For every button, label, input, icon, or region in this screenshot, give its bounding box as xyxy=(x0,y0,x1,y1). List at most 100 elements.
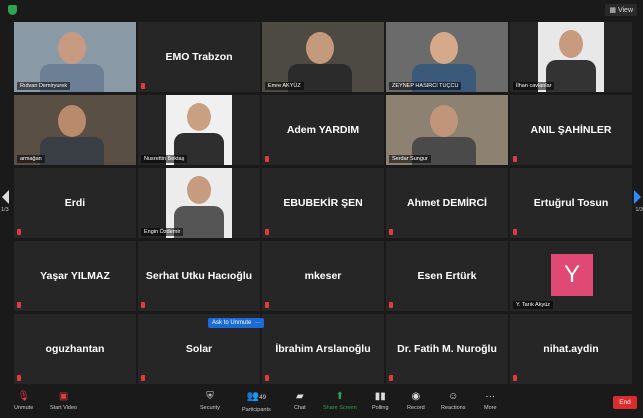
participant-name: EBUBEKİR ŞEN xyxy=(283,197,363,209)
participant-name: mkeser xyxy=(304,270,342,282)
participant-tile[interactable]: Adem YARDIM xyxy=(262,95,384,165)
participant-name-label: İlhan cavlanlar xyxy=(513,82,555,90)
more-button[interactable]: ··· More xyxy=(484,390,497,411)
ask-to-unmute-button[interactable]: Ask to Unmute xyxy=(208,318,256,328)
participant-tile[interactable]: mkeser xyxy=(262,241,384,311)
participant-tile[interactable]: ANIL ŞAHİNLER xyxy=(510,95,632,165)
chevron-left-icon xyxy=(2,190,9,204)
participant-name: oguzhantan xyxy=(45,343,105,355)
participant-tile[interactable]: EBUBEKİR ŞEN xyxy=(262,168,384,238)
participant-tile[interactable]: oguzhantan xyxy=(14,314,136,384)
person-head xyxy=(306,32,334,64)
participant-tile[interactable]: Serhat Utku Hacıoğlu xyxy=(138,241,260,311)
polling-button[interactable]: ▮▮ Polling xyxy=(372,390,389,411)
more-icon: ··· xyxy=(485,391,496,402)
mic-off-icon xyxy=(265,375,269,381)
view-button[interactable]: ▦ View xyxy=(605,4,637,16)
mic-off-icon xyxy=(389,229,393,235)
participant-tile[interactable]: İlhan cavlanlar xyxy=(510,22,632,92)
participant-tile[interactable]: armağan xyxy=(14,95,136,165)
chat-icon: ▰ xyxy=(295,391,304,402)
mic-off-icon xyxy=(265,156,269,162)
record-button[interactable]: ◉ Record xyxy=(407,390,425,411)
participant-name-label: Y. Tarık Akyüz xyxy=(513,301,554,309)
participant-tile[interactable]: İbrahim Arslanoğlu xyxy=(262,314,384,384)
reactions-icon: ☺ xyxy=(448,391,459,402)
participant-tile[interactable]: Dr. Fatih M. Nuroğlu xyxy=(386,314,508,384)
mic-off-icon xyxy=(265,229,269,235)
participant-tile[interactable]: Engin Özdemir xyxy=(138,168,260,238)
participant-tile[interactable]: Ertuğrul Tosun xyxy=(510,168,632,238)
participant-avatar: Y xyxy=(551,254,593,296)
participant-tile[interactable]: EMO Trabzon xyxy=(138,22,260,92)
mic-off-icon: 🎙 xyxy=(17,391,30,402)
participant-name: Solar xyxy=(185,343,213,355)
meeting-toolbar: 🎙 Unmute ▣ Start Video ⛨ Security 👥49 Pa… xyxy=(0,388,643,418)
polling-icon: ▮▮ xyxy=(374,391,386,402)
top-bar: ▦ View xyxy=(0,0,643,20)
reactions-button[interactable]: ☺ Reactions xyxy=(441,390,465,411)
participant-tile[interactable]: Nusrettin Bektaş xyxy=(138,95,260,165)
mic-off-icon xyxy=(265,302,269,308)
participant-tile[interactable]: Esen Ertürk xyxy=(386,241,508,311)
security-button[interactable]: ⛨ Security xyxy=(200,390,220,411)
shield-icon[interactable] xyxy=(8,5,17,15)
share-screen-icon: ⬆ xyxy=(335,391,345,402)
participant-name-label: Engin Özdemir xyxy=(141,228,184,236)
start-video-button[interactable]: ▣ Start Video xyxy=(50,390,77,411)
participant-tile[interactable]: Y Y. Tarık Akyüz xyxy=(510,241,632,311)
person-body xyxy=(40,137,104,165)
participant-name: Esen Ertürk xyxy=(417,270,477,282)
mic-off-icon xyxy=(141,375,145,381)
participant-tile[interactable]: Erdi xyxy=(14,168,136,238)
mic-off-icon xyxy=(17,302,21,308)
person-head xyxy=(58,105,86,137)
tile-more-button[interactable]: ··· xyxy=(252,318,264,328)
page-indicator-right: 1/3 xyxy=(635,207,643,213)
chevron-right-icon xyxy=(634,190,641,204)
mic-off-icon xyxy=(141,83,145,89)
mic-off-icon xyxy=(513,156,517,162)
participant-tile[interactable]: ZEYNEP HASIRCI TUÇCU xyxy=(386,22,508,92)
person-head xyxy=(187,176,211,204)
participant-tile[interactable]: Ahmet DEMİRCİ xyxy=(386,168,508,238)
prev-page-button[interactable]: 1/3 xyxy=(0,190,12,220)
participant-tile[interactable]: Serdar Sungur xyxy=(386,95,508,165)
participant-name: ANIL ŞAHİNLER xyxy=(530,124,612,136)
participant-tile[interactable]: Rıdvan Demiryurek xyxy=(14,22,136,92)
participant-name: EMO Trabzon xyxy=(165,51,233,63)
unmute-button[interactable]: 🎙 Unmute xyxy=(14,390,33,411)
participant-tile[interactable]: Yaşar YILMAZ xyxy=(14,241,136,311)
participants-button[interactable]: 👥49 Participants xyxy=(242,390,271,413)
end-meeting-button[interactable]: End xyxy=(613,396,637,409)
participant-name: Erdi xyxy=(64,197,86,209)
mic-off-icon xyxy=(389,375,393,381)
participant-grid: Rıdvan Demiryurek EMO Trabzon Emre AKYÜZ ZE… xyxy=(14,22,632,384)
participant-name: Yaşar YILMAZ xyxy=(40,270,110,282)
mic-off-icon xyxy=(513,375,517,381)
people-icon: 👥49 xyxy=(246,391,266,402)
participant-name-label: armağan xyxy=(17,155,45,163)
video-off-icon: ▣ xyxy=(58,391,69,402)
share-screen-button[interactable]: ⬆ Share Screen xyxy=(323,390,357,411)
participant-tile[interactable]: nihat.aydin xyxy=(510,314,632,384)
participant-tile[interactable]: Emre AKYÜZ xyxy=(262,22,384,92)
page-indicator-left: 1/3 xyxy=(1,207,9,213)
participant-name-label: Rıdvan Demiryurek xyxy=(17,82,71,90)
participant-name: İbrahim Arslanoğlu xyxy=(275,343,371,355)
participant-name-label: Serdar Sungur xyxy=(389,155,431,163)
next-page-button[interactable]: 1/3 xyxy=(631,190,643,220)
person-head xyxy=(58,32,86,64)
participant-name-label: ZEYNEP HASIRCI TUÇCU xyxy=(389,82,462,90)
mic-off-icon xyxy=(17,229,21,235)
mic-off-icon xyxy=(389,302,393,308)
participant-name: Ertuğrul Tosun xyxy=(533,197,609,209)
participant-name-label: Nusrettin Bektaş xyxy=(141,155,188,163)
person-head xyxy=(187,103,211,131)
shield-icon: ⛨ xyxy=(206,391,214,402)
chat-button[interactable]: ▰ Chat xyxy=(294,390,306,411)
mic-off-icon xyxy=(17,375,21,381)
record-icon: ◉ xyxy=(411,391,421,402)
participant-name: Serhat Utku Hacıoğlu xyxy=(145,270,253,282)
person-head xyxy=(559,30,583,58)
